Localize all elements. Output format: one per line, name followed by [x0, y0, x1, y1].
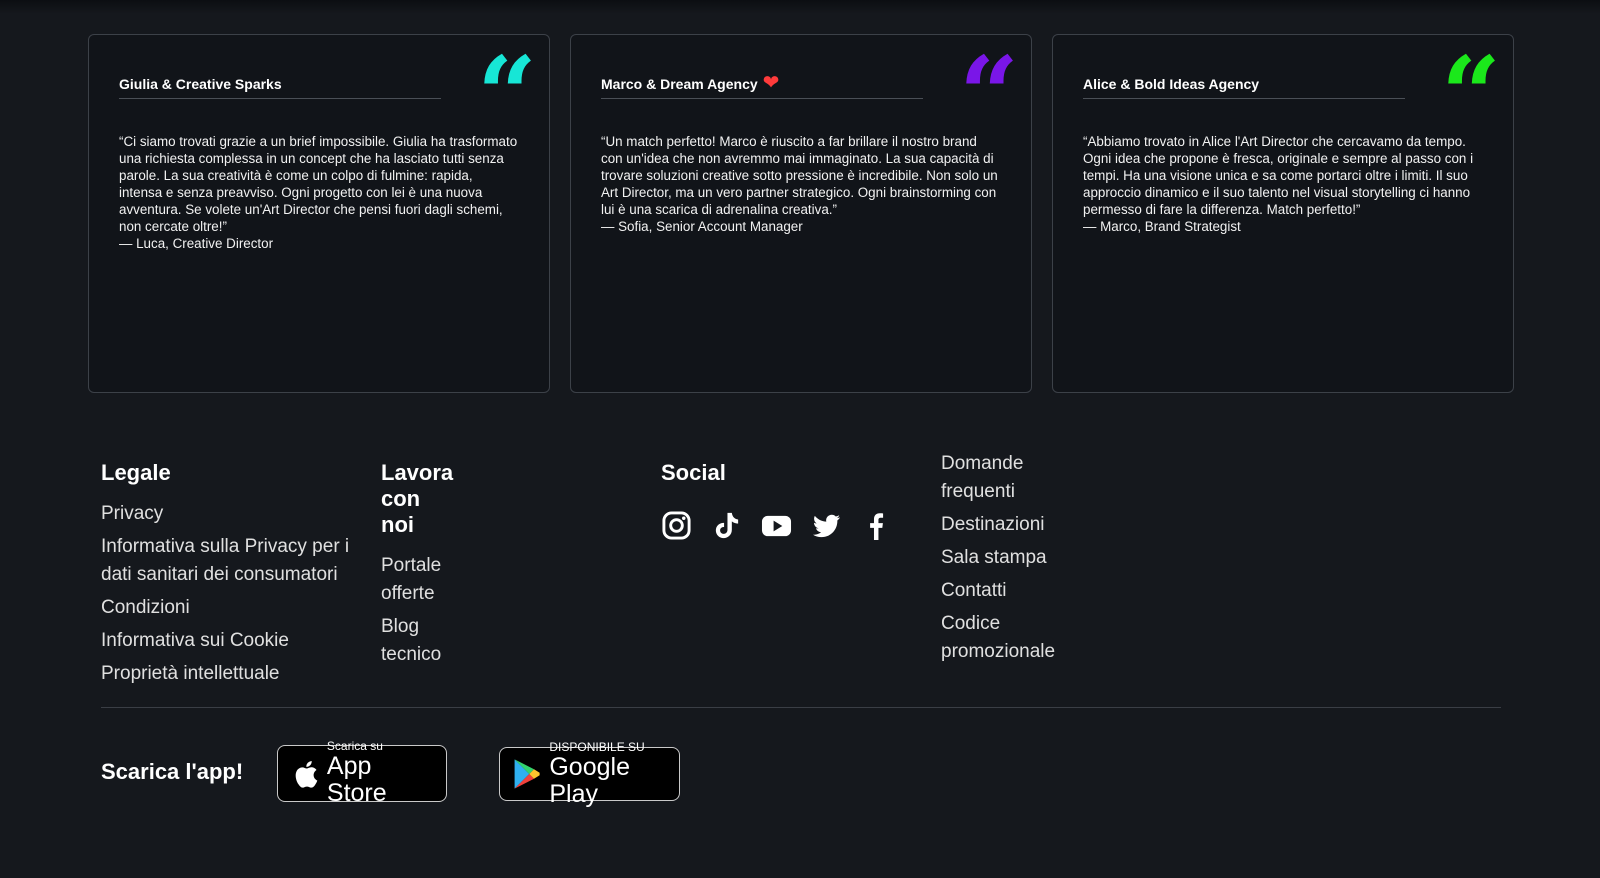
google-play-icon — [514, 759, 540, 789]
card-title: Giulia & Creative Sparks — [119, 76, 282, 92]
apple-icon — [295, 760, 318, 788]
testimonial-author: — Marco, Brand Strategist — [1083, 219, 1241, 234]
facebook-icon[interactable] — [861, 510, 892, 541]
link-job-portal[interactable]: Portale offerte — [381, 552, 453, 608]
twitter-icon[interactable] — [811, 510, 842, 541]
card-title: Alice & Bold Ideas Agency — [1083, 76, 1260, 92]
link-faq[interactable]: Domande frequenti — [941, 450, 1055, 506]
footer-col-work: Lavora con noi Portale offerte Blog tecn… — [381, 460, 453, 674]
google-play-button[interactable]: DISPONIBILE SU Google Play — [499, 740, 680, 807]
card-body: “Un match perfetto! Marco è riuscito a f… — [601, 133, 1001, 235]
work-heading: Lavora con noi — [381, 460, 454, 537]
work-links: Portale offerte Blog tecnico — [381, 552, 453, 669]
page: Giulia & Creative Sparks “ “Ci siamo tro… — [0, 0, 1600, 878]
legal-heading: Legale — [101, 460, 171, 485]
testimonial-author: — Luca, Creative Director — [119, 236, 274, 251]
card-header: Giulia & Creative Sparks — [119, 63, 441, 99]
link-privacy[interactable]: Privacy — [101, 500, 363, 528]
tiktok-icon[interactable] — [711, 510, 742, 541]
social-icons — [661, 510, 892, 541]
app-store-text: Scarica su App Store — [327, 740, 434, 807]
testimonial-card: Alice & Bold Ideas Agency “ “Abbiamo tro… — [1052, 34, 1514, 393]
card-title: Marco & Dream Agency — [601, 76, 758, 92]
link-destinations[interactable]: Destinazioni — [941, 511, 1055, 539]
card-header: Marco & Dream Agency ❤ — [601, 63, 923, 99]
testimonial-quote: “Un match perfetto! Marco è riuscito a f… — [601, 134, 998, 217]
link-contacts[interactable]: Contatti — [941, 577, 1055, 605]
link-cookie-policy[interactable]: Informativa sui Cookie — [101, 627, 363, 655]
app-store-button[interactable]: Scarica su App Store — [277, 740, 447, 807]
legal-links: Privacy Informativa sulla Privacy per i … — [101, 500, 363, 688]
footer-col-legal: Legale Privacy Informativa sulla Privacy… — [101, 460, 363, 693]
testimonial-card: Giulia & Creative Sparks “ “Ci siamo tro… — [88, 34, 550, 393]
quote-mark-icon: “ — [1441, 33, 1501, 156]
testimonial-quote: “Ci siamo trovati grazie a un brief impo… — [119, 134, 518, 234]
app-store-big: App Store — [326, 752, 387, 807]
link-health-privacy[interactable]: Informativa sulla Privacy per i dati san… — [101, 533, 363, 589]
testimonial-quote: “Abbiamo trovato in Alice l'Art Director… — [1083, 134, 1474, 217]
quote-mark-icon: “ — [959, 33, 1019, 156]
testimonial-card: Marco & Dream Agency ❤ “ “Un match perfe… — [570, 34, 1032, 393]
link-tech-blog[interactable]: Blog tecnico — [381, 613, 453, 669]
link-press[interactable]: Sala stampa — [941, 544, 1055, 572]
testimonials-section: Giulia & Creative Sparks “ “Ci siamo tro… — [88, 34, 1514, 393]
youtube-icon[interactable] — [761, 510, 792, 541]
testimonial-author: — Sofia, Senior Account Manager — [601, 219, 803, 234]
footer-col-social: Social — [661, 460, 892, 541]
top-shadow — [0, 0, 1600, 14]
footer-col-misc: Domande frequenti Destinazioni Sala stam… — [941, 450, 1055, 671]
google-play-small: DISPONIBILE SU — [549, 739, 645, 754]
google-play-text: DISPONIBILE SU Google Play — [549, 739, 667, 808]
social-heading: Social — [661, 460, 726, 485]
card-body: “Ci siamo trovati grazie a un brief impo… — [119, 133, 519, 252]
link-ip[interactable]: Proprietà intellettuale — [101, 660, 363, 688]
link-promo-code[interactable]: Codice promozionale — [941, 610, 1055, 666]
footer-divider — [101, 707, 1501, 708]
heart-icon: ❤ — [762, 72, 780, 94]
google-play-big: Google Play — [549, 752, 630, 808]
card-body: “Abbiamo trovato in Alice l'Art Director… — [1083, 133, 1483, 235]
app-download-label: Scarica l'app! — [101, 759, 244, 784]
quote-mark-icon: “ — [477, 33, 537, 156]
card-header: Alice & Bold Ideas Agency — [1083, 63, 1405, 99]
link-terms[interactable]: Condizioni — [101, 594, 363, 622]
instagram-icon[interactable] — [661, 510, 692, 541]
misc-links: Domande frequenti Destinazioni Sala stam… — [941, 450, 1055, 666]
